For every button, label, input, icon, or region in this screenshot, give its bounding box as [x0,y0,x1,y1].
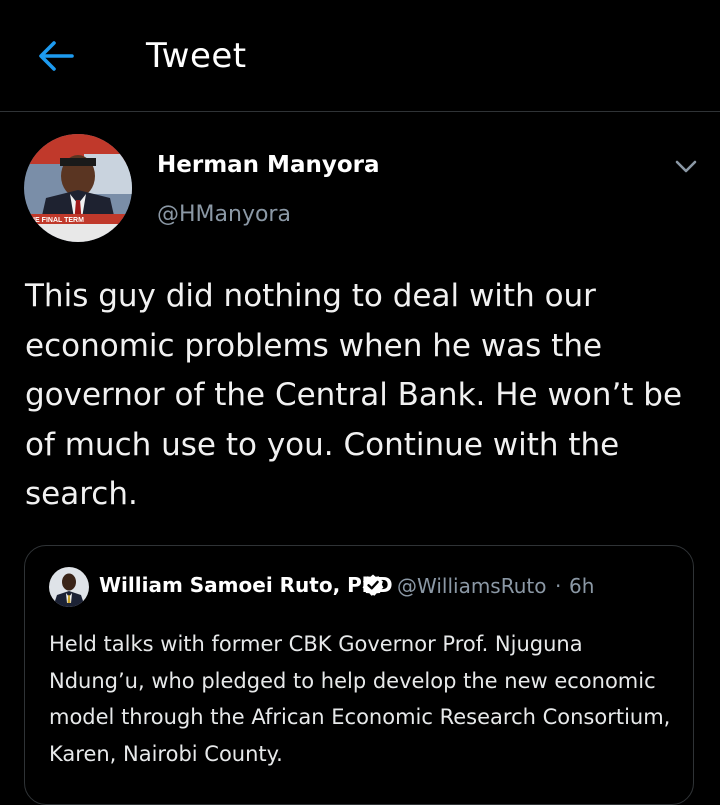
quoted-avatar-image [49,567,89,607]
tweet-text: This guy did nothing to deal with our ec… [25,278,683,512]
author-avatar[interactable]: HE FINAL TERM [24,134,132,242]
quoted-tweet-text: Held talks with former CBK Governor Prof… [49,632,671,766]
top-app-bar: Tweet [0,0,720,112]
verified-badge-icon [361,573,385,597]
quoted-author-handle: @WilliamsRuto [397,574,547,598]
quoted-author-name: William Samoei Ruto, PhD [99,573,393,597]
page-title: Tweet [146,36,247,76]
back-button[interactable] [34,38,78,74]
svg-text:HE FINAL TERM: HE FINAL TERM [30,217,84,224]
quoted-author-avatar [49,567,89,607]
chevron-down-icon [675,160,697,173]
arrow-left-icon [39,41,74,71]
author-handle[interactable]: @HManyora [157,202,291,227]
quoted-timestamp: 6h [569,574,595,598]
avatar-image: HE FINAL TERM [24,134,132,242]
author-name[interactable]: Herman Manyora [157,152,380,178]
separator-dot: · [555,574,562,598]
tweet-menu-button[interactable] [672,152,700,180]
quoted-tweet-card[interactable]: William Samoei Ruto, PhD @WilliamsRuto ·… [24,545,694,805]
